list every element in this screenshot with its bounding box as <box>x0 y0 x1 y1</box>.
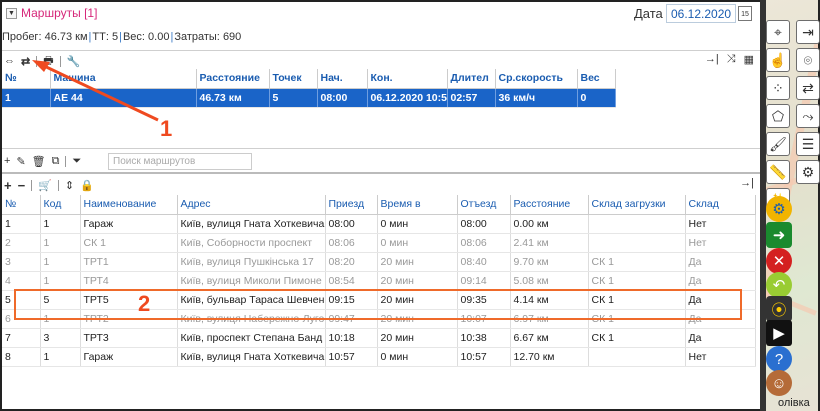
polygon-icon[interactable]: ⬠ <box>766 104 790 128</box>
video-icon[interactable]: ▶ <box>766 320 792 346</box>
exit-icon[interactable]: ⇥ <box>796 20 820 44</box>
routing-service-icon[interactable]: ⚙ <box>766 196 792 222</box>
mascot-icon[interactable]: ☺ <box>766 370 792 396</box>
crosshair-icon[interactable]: ⌖ <box>766 20 790 44</box>
settings-gear-icon[interactable]: ⚙ <box>796 160 820 184</box>
annotation-label-2: 2 <box>138 291 151 316</box>
map-pin-icon[interactable]: ⌾ <box>796 48 820 72</box>
ruler-icon[interactable]: 📏 <box>766 160 790 184</box>
route-edit-icon[interactable]: ⤳ <box>796 104 820 128</box>
annotation-label-1: 1 <box>160 116 173 141</box>
direction-sign-icon[interactable]: ➜ <box>766 222 792 248</box>
points-icon[interactable]: ⁘ <box>766 76 790 100</box>
hand-icon[interactable]: ☝ <box>766 48 790 72</box>
u-turn-icon[interactable]: ↶ <box>766 272 792 298</box>
annotation-arrow <box>32 60 159 122</box>
map-tool-grid: ⌖ ⇥ ☝ ⌾ ⁘ ⇄ ⬠ ⤳ 🖌 ☰ 📏 ⚙ ✨ <box>762 20 820 212</box>
cancel-icon[interactable]: ✕ <box>766 248 792 274</box>
help-icon[interactable]: ? <box>766 346 792 372</box>
map-label-olivka: олівка <box>778 397 810 409</box>
list-edit-icon[interactable]: ☰ <box>796 132 820 156</box>
brush-icon[interactable]: 🖌 <box>766 132 790 156</box>
route-swap-icon[interactable]: ⇄ <box>796 76 820 100</box>
traffic-light-icon[interactable]: ⦿ <box>766 296 792 322</box>
